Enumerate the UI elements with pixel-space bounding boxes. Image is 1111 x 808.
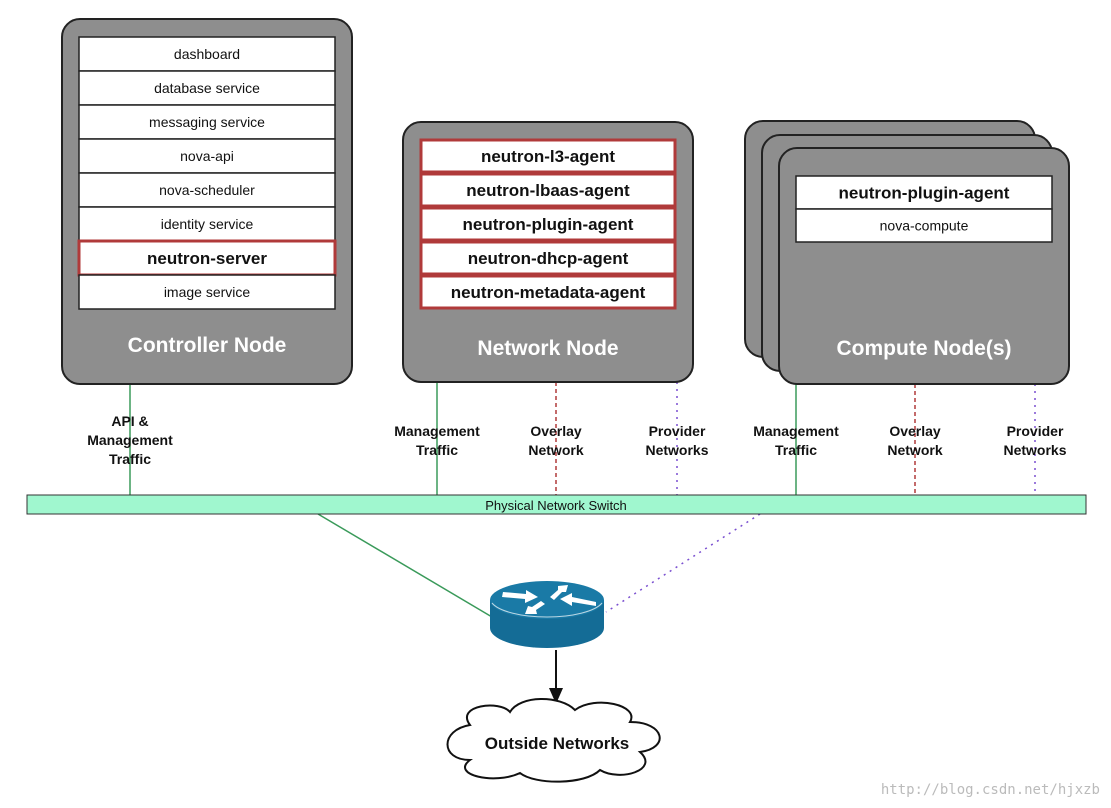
service-label: dashboard [174,46,240,62]
service-label: neutron-server [147,249,267,268]
watermark: http://blog.csdn.net/hjxzb [881,782,1100,798]
outside-networks-cloud: Outside Networks [446,698,661,783]
label-management: Traffic [775,442,817,458]
label-management: Traffic [416,442,458,458]
outside-networks-label: Outside Networks [485,734,630,753]
compute-nodes: neutron-plugin-agent nova-compute Compute… [744,120,1070,385]
label-api: Management [87,432,173,448]
network-node-title: Network Node [477,337,618,360]
service-label: neutron-plugin-agent [463,215,634,234]
switch-router-provider-line [605,513,761,613]
link-labels: API & Management Traffic Management Traf… [87,413,1067,467]
switch-label: Physical Network Switch [485,498,627,513]
service-label: image service [164,284,251,300]
label-provider: Networks [645,442,708,458]
openstack-network-diagram: API & Management Traffic Management Traf… [26,18,1100,798]
service-label: nova-scheduler [159,182,255,198]
label-overlay: Network [528,442,583,458]
label-provider: Provider [649,423,706,439]
physical-network-switch: Physical Network Switch [26,494,1087,515]
service-label: identity service [161,216,254,232]
label-provider: Provider [1007,423,1064,439]
label-api: API & [111,413,148,429]
service-label: nova-compute [880,218,969,234]
service-label: database service [154,80,260,96]
label-overlay: Overlay [530,423,582,439]
controller-node: dashboard database service messaging servi… [61,18,353,385]
label-overlay: Network [887,442,942,458]
label-management: Management [394,423,480,439]
service-label: neutron-lbaas-agent [466,181,630,200]
label-provider: Networks [1003,442,1066,458]
network-node: neutron-l3-agent neutron-lbaas-agent neutr… [402,121,694,383]
service-label: neutron-dhcp-agent [468,249,629,268]
controller-node-title: Controller Node [128,334,287,357]
service-label: neutron-plugin-agent [839,184,1010,203]
label-api: Traffic [109,451,151,467]
label-management: Management [753,423,839,439]
label-overlay: Overlay [889,423,941,439]
router-icon [490,581,604,648]
service-label: neutron-l3-agent [481,147,615,166]
service-label: messaging service [149,114,265,130]
service-label: nova-api [180,148,234,164]
service-label: neutron-metadata-agent [451,283,646,302]
compute-node-title: Compute Node(s) [837,337,1012,360]
switch-router-mgmt-line [317,513,493,618]
